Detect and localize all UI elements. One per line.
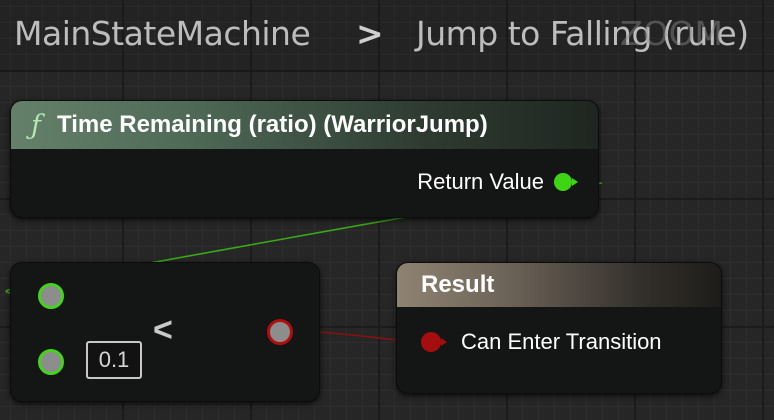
function-icon: ƒ (31, 109, 41, 141)
result-node[interactable]: Result Can Enter Transition (396, 262, 722, 394)
compare-input-b-value-field[interactable]: 0.1 (86, 341, 142, 379)
can-enter-transition-pin[interactable] (421, 332, 447, 352)
time-remaining-function-node[interactable]: ƒ Time Remaining (ratio) (WarriorJump) R… (10, 100, 599, 218)
return-value-pin[interactable] (554, 173, 578, 191)
return-value-label: Return Value (417, 169, 544, 194)
less-than-compare-node[interactable]: 0.1 < (10, 262, 320, 402)
breadcrumb: MainStateMachine > Jump to Falling (rule… (0, 0, 774, 72)
breadcrumb-separator-icon: > (356, 14, 384, 53)
result-node-header[interactable]: Result (397, 263, 721, 307)
can-enter-transition-label: Can Enter Transition (461, 329, 662, 354)
zoom-watermark: ZOOM (620, 14, 724, 53)
compare-input-b-pin[interactable] (38, 349, 64, 375)
can-enter-transition-pin-row: Can Enter Transition (421, 329, 662, 355)
compare-input-a-pin[interactable] (38, 283, 64, 309)
function-node-title: Time Remaining (ratio) (WarriorJump) (57, 111, 488, 138)
function-node-header[interactable]: ƒ Time Remaining (ratio) (WarriorJump) (11, 101, 598, 149)
less-than-operator-label: < (153, 311, 173, 349)
compare-output-pin[interactable] (267, 319, 293, 345)
result-node-title: Result (421, 271, 495, 298)
breadcrumb-item-main-state-machine[interactable]: MainStateMachine (14, 14, 311, 53)
return-value-pin-row: Return Value (417, 169, 578, 195)
